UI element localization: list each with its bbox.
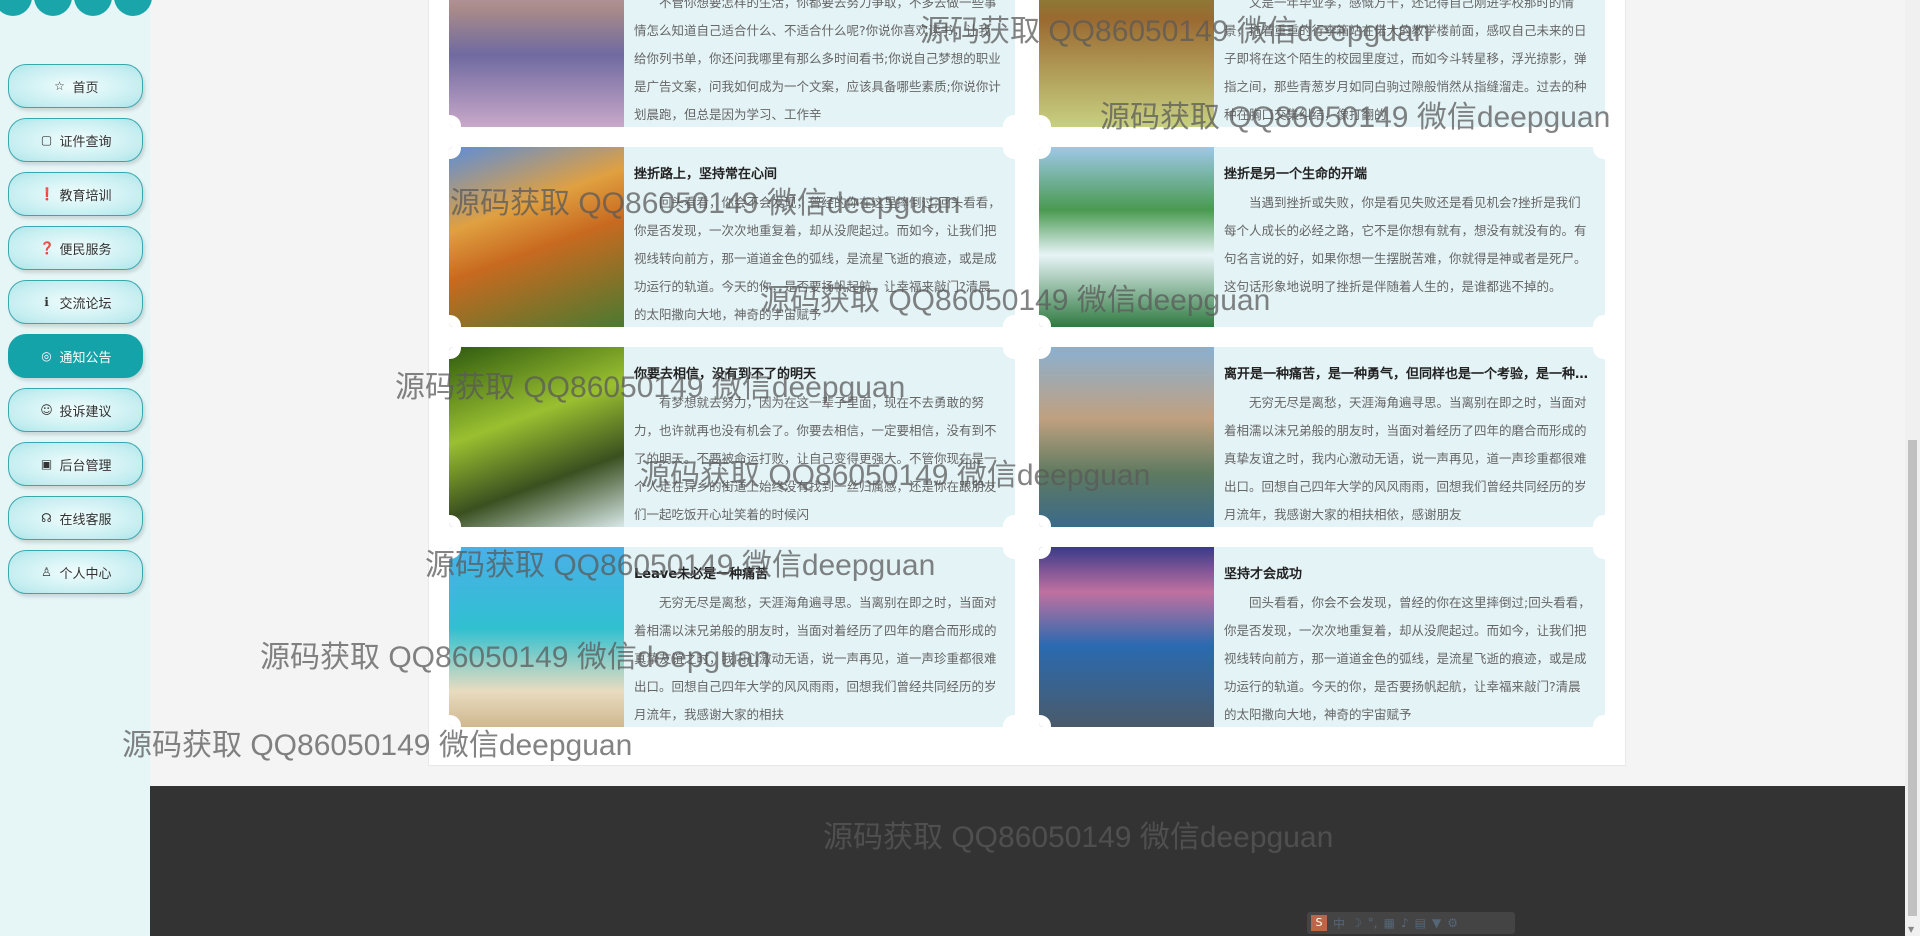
notice-thumbnail[interactable]: [1039, 347, 1214, 527]
sidebar-item-label: 在线客服: [59, 512, 112, 528]
notice-thumbnail[interactable]: [1039, 147, 1214, 327]
notice-body: 又是一年毕业季，感慨万千，还记得自己刚进学校那时的情景，拖着重重的行李箱站在偌大…: [1214, 0, 1605, 127]
notice-thumbnail[interactable]: [449, 147, 624, 327]
notice-body: 不管你想要怎样的生活，你都要去努力争取，不多去做一些事情怎么知道自己适合什么、不…: [624, 0, 1015, 127]
sidebar-item-5[interactable]: ℹ 交流论坛: [8, 280, 143, 324]
notice-excerpt: 不管你想要怎样的生活，你都要去努力争取，不多去做一些事情怎么知道自己适合什么、不…: [634, 0, 1001, 122]
smile-icon: ☺: [40, 403, 53, 417]
sidebar-item-label: 证件查询: [59, 134, 112, 150]
question-icon: ❓: [39, 241, 55, 255]
scallop-decoration: [0, 0, 152, 16]
briefcase-icon: ▣: [40, 457, 53, 471]
ime-mode[interactable]: 中: [1333, 915, 1345, 932]
sidebar-item-2[interactable]: ▢ 证件查询: [8, 118, 143, 162]
notice-card[interactable]: 不管你想要怎样的生活，你都要去努力争取，不多去做一些事情怎么知道自己适合什么、不…: [449, 0, 1015, 127]
toolbox-icon[interactable]: ▤: [1415, 916, 1426, 930]
scrollbar-thumb[interactable]: [1908, 440, 1917, 916]
headset-icon: ☊: [41, 511, 52, 525]
sidebar-item-label: 教育培训: [59, 188, 112, 204]
notice-thumbnail[interactable]: [449, 547, 624, 727]
sidebar-item-label: 首页: [72, 80, 99, 96]
notice-card[interactable]: 挫折路上，坚持常在心间 回头看看，你会不会发现，曾经的你在这里摔倒过;回头看看，…: [449, 147, 1015, 327]
notice-title[interactable]: 挫折是另一个生命的开端: [1224, 161, 1593, 189]
notice-body: 挫折路上，坚持常在心间 回头看看，你会不会发现，曾经的你在这里摔倒过;回头看看，…: [624, 147, 1015, 327]
notice-body: 你要去相信，没有到不了的明天 有梦想就去努力，因为在这一辈子里面，现在不去勇敢的…: [624, 347, 1015, 527]
sidebar-item-1[interactable]: ☆ 首页: [8, 64, 143, 108]
notice-card[interactable]: Leave未必是一种痛苦 无穷无尽是离愁，天涯海角遍寻思。当离别在即之时，当面对…: [449, 547, 1015, 727]
notice-thumbnail[interactable]: [1039, 0, 1214, 127]
notice-body: Leave未必是一种痛苦 无穷无尽是离愁，天涯海角遍寻思。当离别在即之时，当面对…: [624, 547, 1015, 727]
notice-excerpt: 回头看看，你会不会发现，曾经的你在这里摔倒过;回头看看，你是否发现，一次次地重复…: [1224, 595, 1591, 722]
notice-body: 挫折是另一个生命的开端 当遇到挫折或失败，你是看见失败还是看见机会?挫折是我们每…: [1214, 147, 1605, 327]
notice-title[interactable]: Leave未必是一种痛苦: [634, 561, 1003, 589]
skin-icon[interactable]: ▼: [1432, 916, 1441, 930]
notice-thumbnail[interactable]: [1039, 547, 1214, 727]
notice-card[interactable]: 坚持才会成功 回头看看，你会不会发现，曾经的你在这里摔倒过;回头看看，你是否发现…: [1039, 547, 1605, 727]
scroll-down-arrow-icon[interactable]: ▼: [1908, 925, 1914, 934]
notice-excerpt: 回头看看，你会不会发现，曾经的你在这里摔倒过;回头看看，你是否发现，一次次地重复…: [634, 195, 1001, 322]
keyboard-icon[interactable]: ▦: [1384, 916, 1395, 930]
sidebar: ☆ 首页 ▢ 证件查询 ❗ 教育培训 ❓ 便民服务 ℹ 交流论坛 ◎ 通知公告 ☺ 投诉建议 ▣ 后台管理 ☊ 在…: [0, 0, 152, 936]
sidebar-item-label: 后台管理: [59, 458, 112, 474]
notice-excerpt: 又是一年毕业季，感慨万千，还记得自己刚进学校那时的情景，拖着重重的行李箱站在偌大…: [1224, 0, 1587, 122]
notice-excerpt: 无穷无尽是离愁，天涯海角遍寻思。当离别在即之时，当面对着相濡以沫兄弟般的朋友时，…: [634, 595, 997, 722]
sidebar-item-3[interactable]: ❗ 教育培训: [8, 172, 143, 216]
footer: [150, 786, 1905, 936]
info-icon: ℹ: [44, 295, 49, 309]
sidebar-item-7[interactable]: ☺ 投诉建议: [8, 388, 143, 432]
notice-title[interactable]: 离开是一种痛苦，是一种勇气，但同样也是一个考验，是一种成长: [1224, 361, 1593, 389]
sidebar-item-10[interactable]: ♙ 个人中心: [8, 550, 143, 594]
target-icon: ◎: [41, 349, 52, 363]
sidebar-item-4[interactable]: ❓ 便民服务: [8, 226, 143, 270]
sidebar-item-label: 便民服务: [59, 242, 112, 258]
notice-card[interactable]: 你要去相信，没有到不了的明天 有梦想就去努力，因为在这一辈子里面，现在不去勇敢的…: [449, 347, 1015, 527]
mic-icon[interactable]: ♪: [1401, 916, 1409, 930]
notice-body: 坚持才会成功 回头看看，你会不会发现，曾经的你在这里摔倒过;回头看看，你是否发现…: [1214, 547, 1605, 727]
notice-title[interactable]: 挫折路上，坚持常在心间: [634, 161, 1003, 189]
sidebar-item-label: 个人中心: [59, 566, 112, 582]
sidebar-item-label: 交流论坛: [59, 296, 112, 312]
punctuation-icon[interactable]: °,: [1368, 916, 1378, 930]
notice-body: 离开是一种痛苦，是一种勇气，但同样也是一个考验，是一种成长 无穷无尽是离愁，天涯…: [1214, 347, 1605, 527]
sidebar-item-6[interactable]: ◎ 通知公告: [8, 334, 143, 378]
ime-logo-icon: S: [1311, 915, 1327, 931]
sidebar-item-8[interactable]: ▣ 后台管理: [8, 442, 143, 486]
user-icon: ♙: [41, 565, 52, 579]
sidebar-item-label: 通知公告: [59, 350, 112, 366]
notice-excerpt: 无穷无尽是离愁，天涯海角遍寻思。当离别在即之时，当面对着相濡以沫兄弟般的朋友时，…: [1224, 395, 1587, 522]
ime-toolbar[interactable]: S 中 ☽ °, ▦ ♪ ▤ ▼ ⚙: [1307, 912, 1515, 934]
notice-excerpt: 当遇到挫折或失败，你是看见失败还是看见机会?挫折是我们每个人成长的必经之路，它不…: [1224, 195, 1587, 294]
notice-thumbnail[interactable]: [449, 347, 624, 527]
notice-list-panel: 不管你想要怎样的生活，你都要去努力争取，不多去做一些事情怎么知道自己适合什么、不…: [428, 0, 1626, 766]
page-scrollbar[interactable]: ▼: [1905, 0, 1920, 936]
moon-icon[interactable]: ☽: [1351, 916, 1362, 930]
notice-excerpt: 有梦想就去努力，因为在这一辈子里面，现在不去勇敢的努力，也许就再也没有机会了。你…: [634, 395, 997, 522]
exclamation-icon: ❗: [39, 187, 55, 201]
notice-title[interactable]: 坚持才会成功: [1224, 561, 1593, 589]
bag-icon: ▢: [40, 133, 53, 147]
sidebar-item-9[interactable]: ☊ 在线客服: [8, 496, 143, 540]
notice-title[interactable]: 你要去相信，没有到不了的明天: [634, 361, 1003, 389]
notice-card[interactable]: 又是一年毕业季，感慨万千，还记得自己刚进学校那时的情景，拖着重重的行李箱站在偌大…: [1039, 0, 1605, 127]
sidebar-item-label: 投诉建议: [59, 404, 112, 420]
notice-card[interactable]: 离开是一种痛苦，是一种勇气，但同样也是一个考验，是一种成长 无穷无尽是离愁，天涯…: [1039, 347, 1605, 527]
star-icon: ☆: [54, 79, 65, 93]
notice-thumbnail[interactable]: [449, 0, 624, 127]
notice-card[interactable]: 挫折是另一个生命的开端 当遇到挫折或失败，你是看见失败还是看见机会?挫折是我们每…: [1039, 147, 1605, 327]
gear-icon[interactable]: ⚙: [1447, 916, 1458, 930]
